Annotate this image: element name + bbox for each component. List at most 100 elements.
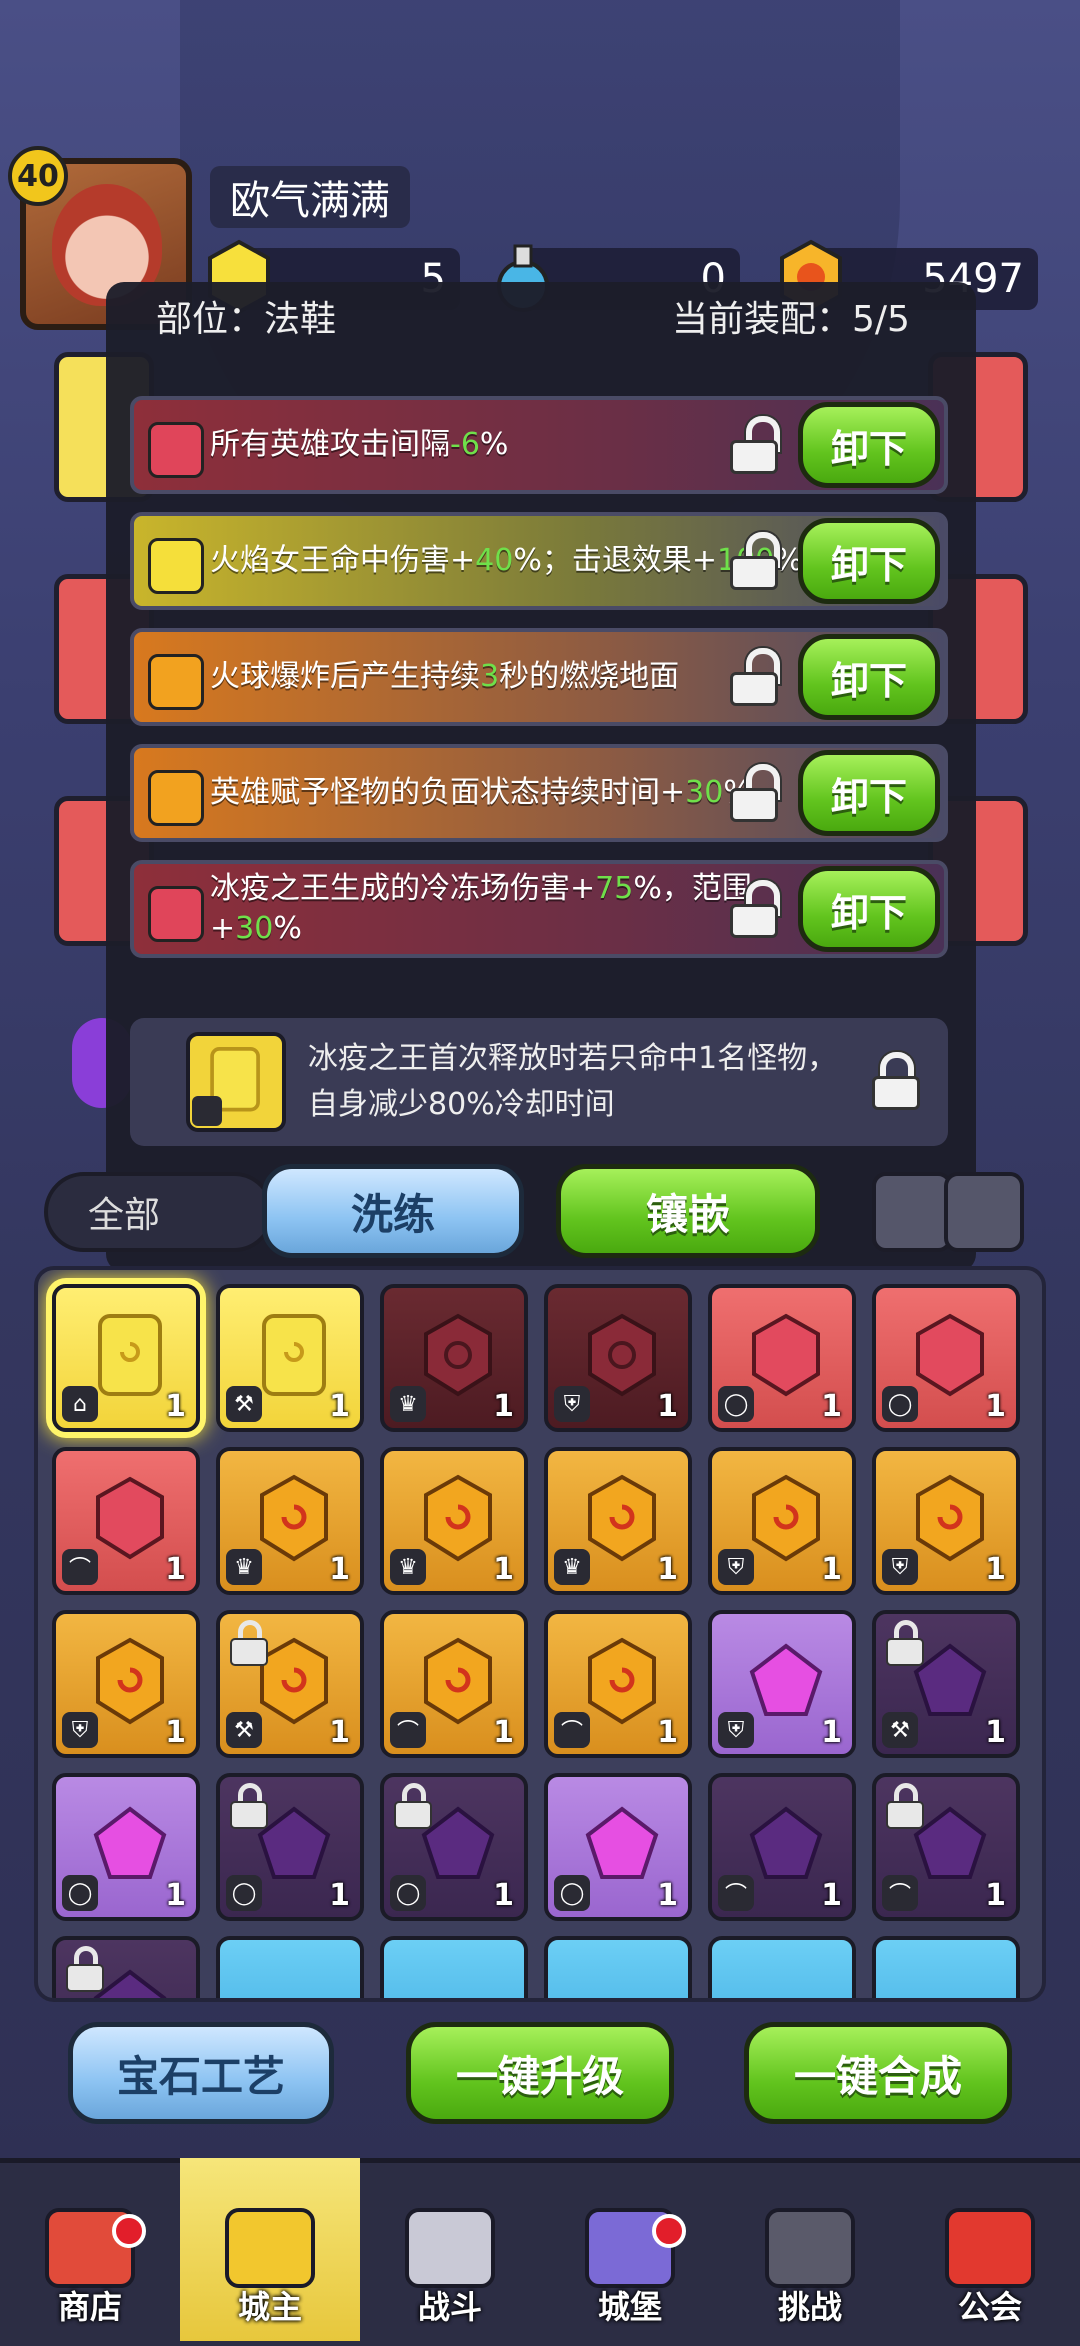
gem-craft-label: 宝石工艺 [116,2051,285,2101]
gem-cell[interactable]: ⛨ 1 [544,1284,692,1432]
ring-icon: ◯ [226,1875,262,1911]
tab-crown[interactable]: 城主 [180,2158,360,2341]
boot-icon [192,1096,222,1126]
armor-icon: ⛨ [62,1712,98,1748]
gem-count: 1 [985,1878,1006,1913]
gem-cell[interactable]: ⌒ 1 [872,1773,1020,1921]
dred-gem-icon [418,1310,498,1400]
unequip-button[interactable]: 卸下 [798,634,940,720]
effect-value: 30 [685,775,724,810]
gem-cell[interactable]: ⛨ 1 [872,1447,1020,1595]
share-icon[interactable] [872,1172,952,1252]
gem-count: 1 [657,1878,678,1913]
effect-text-segment: 火焰女王命中伤害+ [210,543,476,578]
notification-badge [652,2214,686,2248]
orange-gem-icon [148,770,204,826]
demon-icon [765,2208,855,2288]
inlay-button[interactable]: 镶嵌 [556,1164,820,1258]
effect-value: -6 [450,427,480,462]
gem-cell[interactable]: ⌒ 1 [52,1447,200,1595]
staff-icon: ⚒ [226,1386,262,1422]
gem-cell[interactable]: ⛨ 1 [708,1610,856,1758]
merge-all-button[interactable]: 一键合成 [744,2022,1012,2124]
tab-banner[interactable]: 公会 [900,2158,1080,2341]
gem-count: 1 [165,1389,186,1424]
gem-cell[interactable]: ⌒ 1 [708,1773,856,1921]
effect-value: 40 [475,543,514,578]
effect-text-segment: 火球爆炸后产生持续 [210,659,480,694]
unlock-icon[interactable] [728,878,780,940]
lock-icon [886,1783,924,1829]
unequip-button[interactable]: 卸下 [798,518,940,604]
tab-shop[interactable]: 商店 [0,2158,180,2341]
gem-cell[interactable]: ⛨ 1 [52,1610,200,1758]
gem-cell[interactable]: ⌒ 1 [380,1610,528,1758]
tab-castle[interactable]: 城堡 [540,2158,720,2341]
gem-cell[interactable] [216,1936,364,1998]
download-icon[interactable] [944,1172,1024,1252]
gem-cell[interactable] [52,1936,200,1998]
refine-button[interactable]: 洗练 [262,1164,524,1258]
gem-cell[interactable]: ◯ 1 [216,1773,364,1921]
tab-demon[interactable]: 挑战 [720,2158,900,2341]
gem-count: 1 [821,1878,842,1913]
gem-cell[interactable]: ⌂ 1 [52,1284,200,1432]
gem-cell[interactable]: ♛ 1 [216,1447,364,1595]
gem-cell[interactable]: ⌒ 1 [544,1610,692,1758]
red-gem-icon [910,1310,990,1400]
gem-cell[interactable]: ♛ 1 [380,1447,528,1595]
unequip-button-label: 卸下 [830,774,907,819]
orange-gem-icon [418,1636,498,1726]
set-bonus-box: 冰疫之王首次释放时若只命中1名怪物，自身减少80%冷却时间 [130,1018,948,1146]
merge-all-label: 一键合成 [793,2051,962,2101]
gem-cell[interactable]: ⛨ 1 [708,1447,856,1595]
cape-icon: ⌒ [62,1549,98,1585]
set-gem-icon [186,1032,286,1132]
effect-value: 3 [480,659,500,694]
gem-cell[interactable]: ◯ 1 [708,1284,856,1432]
upgrade-all-button[interactable]: 一键升级 [406,2022,674,2124]
gem-count: 1 [493,1389,514,1424]
equip-count-label: 当前装配：5/5 [672,299,910,340]
unlock-icon[interactable] [728,646,780,708]
gem-cell[interactable]: ◯ 1 [52,1773,200,1921]
effect-text-segment: %；击退效果+ [513,543,717,578]
effect-text-segment: % [273,911,302,946]
lock-icon[interactable] [870,1050,922,1112]
gem-cell[interactable]: ⚒ 1 [216,1610,364,1758]
tab-swords[interactable]: 战斗 [360,2158,540,2341]
gem-count: 1 [493,1552,514,1587]
gem-cell[interactable]: ◯ 1 [380,1773,528,1921]
ring-icon: ◯ [62,1875,98,1911]
gem-count: 1 [821,1715,842,1750]
unequip-button[interactable]: 卸下 [798,402,940,488]
inlay-button-label: 镶嵌 [645,1189,730,1239]
gem-cell[interactable]: ◯ 1 [872,1284,1020,1432]
unlock-icon[interactable] [728,530,780,592]
unequip-button[interactable]: 卸下 [798,866,940,952]
notification-badge [112,2214,146,2248]
gem-cell[interactable] [380,1936,528,1998]
unequip-button[interactable]: 卸下 [798,750,940,836]
gem-cell[interactable]: ⚒ 1 [872,1610,1020,1758]
gem-count: 1 [821,1552,842,1587]
gem-cell[interactable]: ⚒ 1 [216,1284,364,1432]
orange-gem-icon [90,1636,170,1726]
gem-cell[interactable]: ◯ 1 [544,1773,692,1921]
filter-dropdown[interactable]: 全部 [44,1172,274,1252]
gem-count: 1 [493,1715,514,1750]
gem-cell[interactable] [708,1936,856,1998]
upgrade-all-label: 一键升级 [455,2051,624,2101]
effect-text-segment: % [479,427,509,462]
gem-cell[interactable]: ♛ 1 [544,1447,692,1595]
gem-cell[interactable] [544,1936,692,1998]
unlock-icon[interactable] [728,414,780,476]
blue-gem-icon [418,1962,498,1998]
gem-cell[interactable] [872,1936,1020,1998]
player-level-badge: 40 [8,146,68,206]
unlock-icon[interactable] [728,762,780,824]
gem-cell[interactable]: ♛ 1 [380,1284,528,1432]
orange-gem-icon [910,1473,990,1563]
gem-craft-button[interactable]: 宝石工艺 [68,2022,334,2124]
dpurple-gem-icon [746,1799,826,1889]
